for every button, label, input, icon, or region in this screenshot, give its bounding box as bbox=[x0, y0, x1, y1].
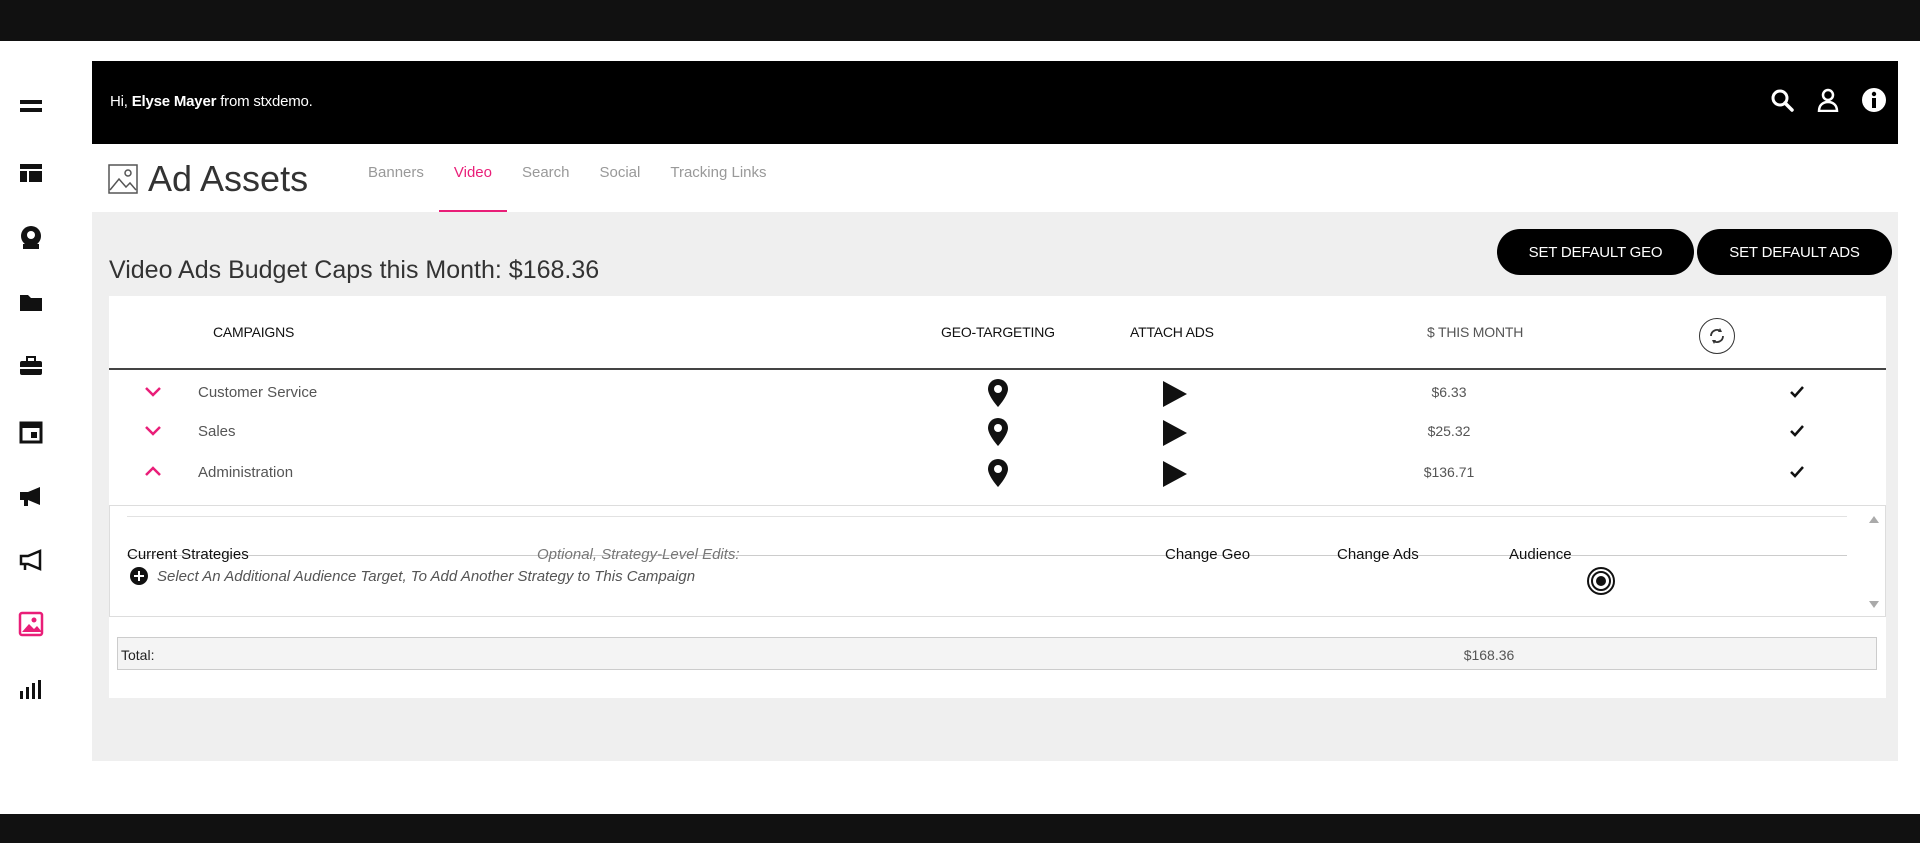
bottom-letterbox-bar bbox=[0, 814, 1920, 843]
set-default-ads-button[interactable]: SET DEFAULT ADS bbox=[1697, 229, 1892, 275]
greeting-suffix: from stxdemo. bbox=[220, 93, 313, 110]
page-title-text: Ad Assets bbox=[148, 158, 309, 199]
greeting: Hi, Elyse Mayer from stxdemo. bbox=[110, 93, 313, 110]
total-label: Total: bbox=[121, 647, 155, 663]
amount: $25.32 bbox=[1427, 423, 1471, 439]
briefcase-icon[interactable] bbox=[14, 349, 48, 383]
campaign-name[interactable]: Customer Service bbox=[198, 384, 317, 401]
header-campaigns: CAMPAIGNS bbox=[213, 324, 295, 340]
left-sidebar bbox=[0, 41, 92, 814]
main-panel: Video Ads Budget Caps this Month: $168.3… bbox=[92, 212, 1898, 761]
chevron-down-icon[interactable] bbox=[143, 421, 163, 441]
title-row: Ad Assets Banners Video Search Social Tr… bbox=[92, 144, 1898, 212]
header-attach-ads: ATTACH ADS bbox=[1130, 324, 1214, 340]
dashboard-icon[interactable] bbox=[14, 156, 48, 190]
folder-icon[interactable] bbox=[14, 285, 48, 319]
table-row: Sales $25.32 bbox=[109, 411, 1886, 451]
scroll-down-icon[interactable] bbox=[1868, 600, 1880, 610]
add-strategy-link[interactable]: Select An Additional Audience Target, To… bbox=[129, 566, 695, 586]
search-icon[interactable] bbox=[1768, 86, 1796, 114]
chevron-down-icon[interactable] bbox=[143, 382, 163, 402]
tab-search[interactable]: Search bbox=[507, 164, 585, 212]
table-header: CAMPAIGNS GEO-TARGETING ATTACH ADS $ THI… bbox=[109, 296, 1886, 370]
user-name: Elyse Mayer bbox=[131, 93, 217, 110]
ad-assets-image-icon bbox=[108, 164, 138, 194]
chevron-up-icon[interactable] bbox=[143, 462, 163, 482]
amount: $136.71 bbox=[1423, 464, 1475, 480]
top-letterbox-bar bbox=[0, 0, 1920, 41]
profile-icon[interactable] bbox=[1814, 86, 1842, 114]
change-geo-label: Change Geo bbox=[1165, 546, 1251, 563]
map-pin-icon[interactable] bbox=[985, 417, 1011, 447]
checkmark-icon[interactable] bbox=[1789, 384, 1805, 400]
announce-icon[interactable] bbox=[14, 543, 48, 577]
add-strategy-text[interactable]: Select An Additional Audience Target, To… bbox=[157, 568, 695, 585]
app-header: Hi, Elyse Mayer from stxdemo. bbox=[92, 61, 1898, 144]
tab-banners[interactable]: Banners bbox=[353, 164, 439, 212]
megaphone-icon[interactable] bbox=[14, 479, 48, 513]
play-icon[interactable] bbox=[1159, 379, 1189, 409]
campaign-name[interactable]: Sales bbox=[198, 423, 236, 440]
total-value: $168.36 bbox=[1463, 647, 1515, 663]
campaign-name[interactable]: Administration bbox=[198, 464, 293, 481]
tab-tracking-links[interactable]: Tracking Links bbox=[655, 164, 781, 212]
map-pin-icon[interactable] bbox=[985, 458, 1011, 488]
map-pin-icon[interactable] bbox=[985, 378, 1011, 408]
header-geo-targeting: GEO-TARGETING bbox=[941, 324, 1055, 340]
table-row: Administration $136.71 bbox=[109, 452, 1886, 492]
tab-social[interactable]: Social bbox=[585, 164, 656, 212]
target-icon[interactable] bbox=[1586, 566, 1616, 596]
header-this-month: $ THIS MONTH bbox=[1427, 324, 1524, 340]
checkmark-icon[interactable] bbox=[1789, 423, 1805, 439]
set-default-geo-button[interactable]: SET DEFAULT GEO bbox=[1497, 229, 1694, 275]
strategies-panel: Current Strategies Optional, Strategy-Le… bbox=[109, 505, 1886, 617]
calendar-icon[interactable] bbox=[14, 415, 48, 449]
plus-circle-icon[interactable] bbox=[129, 566, 149, 586]
greeting-prefix: Hi, bbox=[110, 93, 128, 110]
scroll-up-icon[interactable] bbox=[1868, 514, 1880, 524]
page-title: Ad Assets bbox=[108, 158, 308, 200]
play-icon[interactable] bbox=[1159, 418, 1189, 448]
amount: $6.33 bbox=[1431, 384, 1467, 400]
table-row: Customer Service $6.33 bbox=[109, 372, 1886, 412]
tab-video[interactable]: Video bbox=[438, 164, 508, 212]
change-ads-label: Change Ads bbox=[1337, 546, 1419, 563]
strategies-header: Current Strategies Optional, Strategy-Le… bbox=[127, 536, 1847, 563]
current-strategies-label: Current Strategies bbox=[127, 546, 249, 563]
divider bbox=[127, 516, 1847, 517]
optional-edits-label: Optional, Strategy-Level Edits: bbox=[537, 546, 740, 563]
checkmark-icon[interactable] bbox=[1789, 464, 1805, 480]
refresh-icon[interactable] bbox=[1699, 318, 1735, 354]
play-icon[interactable] bbox=[1159, 459, 1189, 489]
image-icon[interactable] bbox=[14, 607, 48, 641]
chart-icon[interactable] bbox=[14, 672, 48, 706]
tab-bar: Banners Video Search Social Tracking Lin… bbox=[353, 164, 782, 212]
info-icon[interactable] bbox=[1860, 86, 1888, 114]
campaigns-table: CAMPAIGNS GEO-TARGETING ATTACH ADS $ THI… bbox=[109, 296, 1886, 698]
total-row: Total: $168.36 bbox=[117, 637, 1877, 670]
audience-label: Audience bbox=[1509, 546, 1572, 563]
menu-icon[interactable] bbox=[14, 89, 48, 123]
user-icon[interactable] bbox=[14, 221, 48, 255]
budget-title: Video Ads Budget Caps this Month: $168.3… bbox=[109, 256, 600, 284]
